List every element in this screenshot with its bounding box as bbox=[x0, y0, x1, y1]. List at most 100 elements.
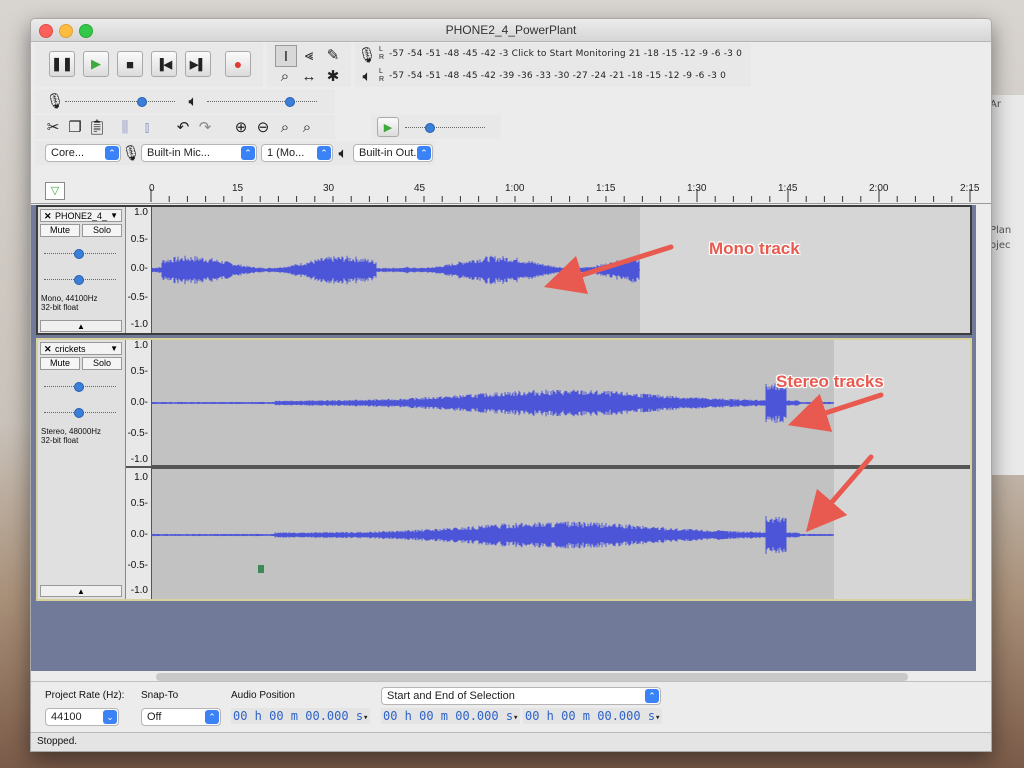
trim-icon[interactable]: ⫼ bbox=[115, 117, 135, 137]
record-meter-channels: LR bbox=[379, 46, 385, 61]
input-volume-slider[interactable] bbox=[65, 101, 175, 103]
skip-to-start-button[interactable]: ▐◀ bbox=[151, 51, 177, 77]
fit-project-icon[interactable]: ⌕ bbox=[297, 117, 317, 137]
silence-icon[interactable]: ⫾ bbox=[137, 117, 157, 137]
play-meter-scale[interactable]: -57 -54 -51 -48 -45 -42 -39 -36 -33 -30 … bbox=[389, 71, 726, 81]
window-title: PHONE2_4_PowerPlant bbox=[445, 23, 577, 37]
record-meter-mic-icon[interactable]: 🎙︎ bbox=[357, 45, 377, 65]
selection-end-value: 00 h 00 m 00.000 s bbox=[525, 709, 656, 723]
background-text: Plan bbox=[990, 225, 1012, 236]
undo-icon[interactable]: ↶ bbox=[173, 117, 193, 137]
project-rate-value: 44100 bbox=[51, 711, 82, 723]
zoom-in-icon[interactable]: ⊕ bbox=[231, 117, 251, 137]
selection-toolbar: Project Rate (Hz): 44100 ⌄ Snap-To Off ⌃ A… bbox=[31, 681, 991, 732]
audio-host-select[interactable]: Core... ⌃ bbox=[45, 144, 121, 162]
output-volume-knob[interactable] bbox=[285, 97, 295, 107]
snap-to-label: Snap-To bbox=[141, 690, 179, 701]
audio-position-field[interactable]: 00 h 00 m 00.000 s▾ bbox=[231, 708, 371, 724]
skip-to-end-icon: ▶▌ bbox=[189, 58, 207, 71]
zoom-icon: ⌕ bbox=[280, 67, 290, 85]
play-speed-slider[interactable] bbox=[405, 127, 485, 129]
input-volume-knob[interactable] bbox=[137, 97, 147, 107]
paste-icon[interactable]: 📋︎ bbox=[87, 117, 107, 137]
speaker-icon: 🔈︎ bbox=[188, 92, 198, 110]
record-icon: ● bbox=[233, 56, 243, 72]
envelope-icon: ⪡ bbox=[304, 46, 314, 64]
chevron-down-icon: ⌃ bbox=[105, 146, 119, 160]
pause-icon: ❚❚ bbox=[51, 56, 73, 71]
multi-tool[interactable]: ✱ bbox=[323, 66, 343, 86]
selection-tool[interactable]: I bbox=[275, 45, 297, 67]
background-text: ojec bbox=[990, 240, 1011, 251]
record-button[interactable]: ● bbox=[225, 51, 251, 77]
output-device-value: Built-in Out... bbox=[359, 147, 423, 159]
chevron-down-icon: ⌃ bbox=[417, 146, 431, 160]
tracks-area: ✕ PHONE2_4_ ▼ Mute Solo Mono, 44100Hz 32-b… bbox=[31, 205, 976, 671]
zoom-out-icon[interactable]: ⊖ bbox=[253, 117, 273, 137]
chevron-down-icon: ⌃ bbox=[241, 146, 255, 160]
meter-toolbar: 🎙︎ LR -57 -54 -51 -48 -45 -42 -3 Click t… bbox=[355, 43, 751, 87]
stop-icon: ■ bbox=[126, 56, 134, 72]
mic-icon: 🎙︎ bbox=[45, 93, 65, 110]
project-rate-select[interactable]: 44100 ⌄ bbox=[45, 708, 119, 726]
play-button[interactable]: ▶ bbox=[83, 51, 109, 77]
redo-icon[interactable]: ↷ bbox=[195, 117, 215, 137]
chevron-down-icon: ⌃ bbox=[205, 710, 219, 724]
output-volume-slider[interactable] bbox=[207, 101, 317, 103]
input-channels-select[interactable]: 1 (Mo... ⌃ bbox=[261, 144, 333, 162]
chevron-down-icon: ⌃ bbox=[645, 689, 659, 703]
zoom-tool[interactable]: ⌕ bbox=[275, 66, 295, 86]
timeshift-tool[interactable]: ↔ bbox=[299, 66, 319, 86]
snap-to-select[interactable]: Off ⌃ bbox=[141, 708, 221, 726]
status-bar: Stopped. bbox=[31, 732, 991, 751]
tools-toolbar: I ⪡ ✎ ⌕ ↔ ✱ bbox=[267, 43, 351, 87]
play-meter-speaker-icon[interactable]: 🔈︎ bbox=[357, 66, 377, 86]
audio-position-value: 00 h 00 m 00.000 s bbox=[233, 709, 364, 723]
selection-mode-value: Start and End of Selection bbox=[387, 690, 515, 702]
audio-host-value: Core... bbox=[51, 147, 85, 159]
arrow-icon bbox=[543, 244, 674, 295]
selection-start-field[interactable]: 00 h 00 m 00.000 s▾ bbox=[381, 708, 521, 724]
title-bar: PHONE2_4_PowerPlant bbox=[31, 19, 991, 42]
mic-icon: 🎙︎ bbox=[121, 145, 141, 162]
copy-icon[interactable]: ❐ bbox=[65, 117, 85, 137]
play-speed-knob[interactable] bbox=[425, 123, 435, 133]
audacity-window: PHONE2_4_PowerPlant ❚❚ ▶ ■ ▐◀ ▶▌ ● I ⪡ ✎… bbox=[30, 18, 992, 752]
i-beam-icon: I bbox=[283, 47, 289, 65]
play-icon: ▶ bbox=[383, 121, 393, 134]
pause-button[interactable]: ❚❚ bbox=[49, 51, 75, 77]
fit-selection-icon[interactable]: ⌕ bbox=[275, 117, 295, 137]
input-device-value: Built-in Mic... bbox=[147, 147, 210, 159]
stop-button[interactable]: ■ bbox=[117, 51, 143, 77]
ruler-ticks bbox=[150, 189, 971, 202]
snap-to-value: Off bbox=[147, 711, 162, 723]
timeshift-icon: ↔ bbox=[301, 67, 317, 85]
selection-mode-select[interactable]: Start and End of Selection ⌃ bbox=[381, 687, 661, 705]
edit-toolbar: ✂ ❐ 📋︎ ⫼ ⫾ ↶ ↷ ⊕ ⊖ ⌕ ⌕ bbox=[35, 115, 335, 139]
selection-end-field[interactable]: 00 h 00 m 00.000 s▾ bbox=[523, 708, 663, 724]
arrow-icon bbox=[805, 454, 874, 533]
draw-tool[interactable]: ✎ bbox=[323, 45, 343, 65]
mixer-toolbar: 🎙︎ 🔈︎ bbox=[35, 89, 335, 113]
chevron-down-icon: ⌃ bbox=[317, 146, 331, 160]
input-device-select[interactable]: Built-in Mic... ⌃ bbox=[141, 144, 257, 162]
skip-to-end-button[interactable]: ▶▌ bbox=[185, 51, 211, 77]
status-text: Stopped. bbox=[37, 736, 78, 747]
device-toolbar: Core... ⌃ 🎙︎ Built-in Mic... ⌃ 1 (Mo... ⌃ 🔈… bbox=[35, 141, 435, 165]
timeline-ruler[interactable]: ▽ 0 15 30 45 1:00 1:15 1:30 1:45 2:00 2:15 bbox=[31, 179, 991, 204]
play-at-speed-button[interactable]: ▶ bbox=[377, 117, 399, 137]
play-meter-channels: LR bbox=[379, 68, 385, 83]
record-meter-scale[interactable]: -57 -54 -51 -48 -45 -42 -3 Click to Star… bbox=[389, 49, 742, 59]
speaker-icon: 🔈︎ bbox=[338, 144, 348, 162]
cut-icon[interactable]: ✂ bbox=[43, 117, 63, 137]
annotation-arrows bbox=[543, 244, 884, 533]
skip-to-start-icon: ▐◀ bbox=[155, 58, 173, 71]
play-icon: ▶ bbox=[91, 56, 101, 71]
selection-start-value: 00 h 00 m 00.000 s bbox=[383, 709, 514, 723]
chevron-down-icon: ⌄ bbox=[103, 710, 117, 724]
play-at-speed-toolbar: ▶ bbox=[371, 115, 501, 139]
audio-position-label: Audio Position bbox=[231, 690, 295, 701]
horizontal-scrollbar[interactable] bbox=[156, 673, 908, 681]
envelope-tool[interactable]: ⪡ bbox=[299, 45, 319, 65]
output-device-select[interactable]: Built-in Out... ⌃ bbox=[353, 144, 433, 162]
